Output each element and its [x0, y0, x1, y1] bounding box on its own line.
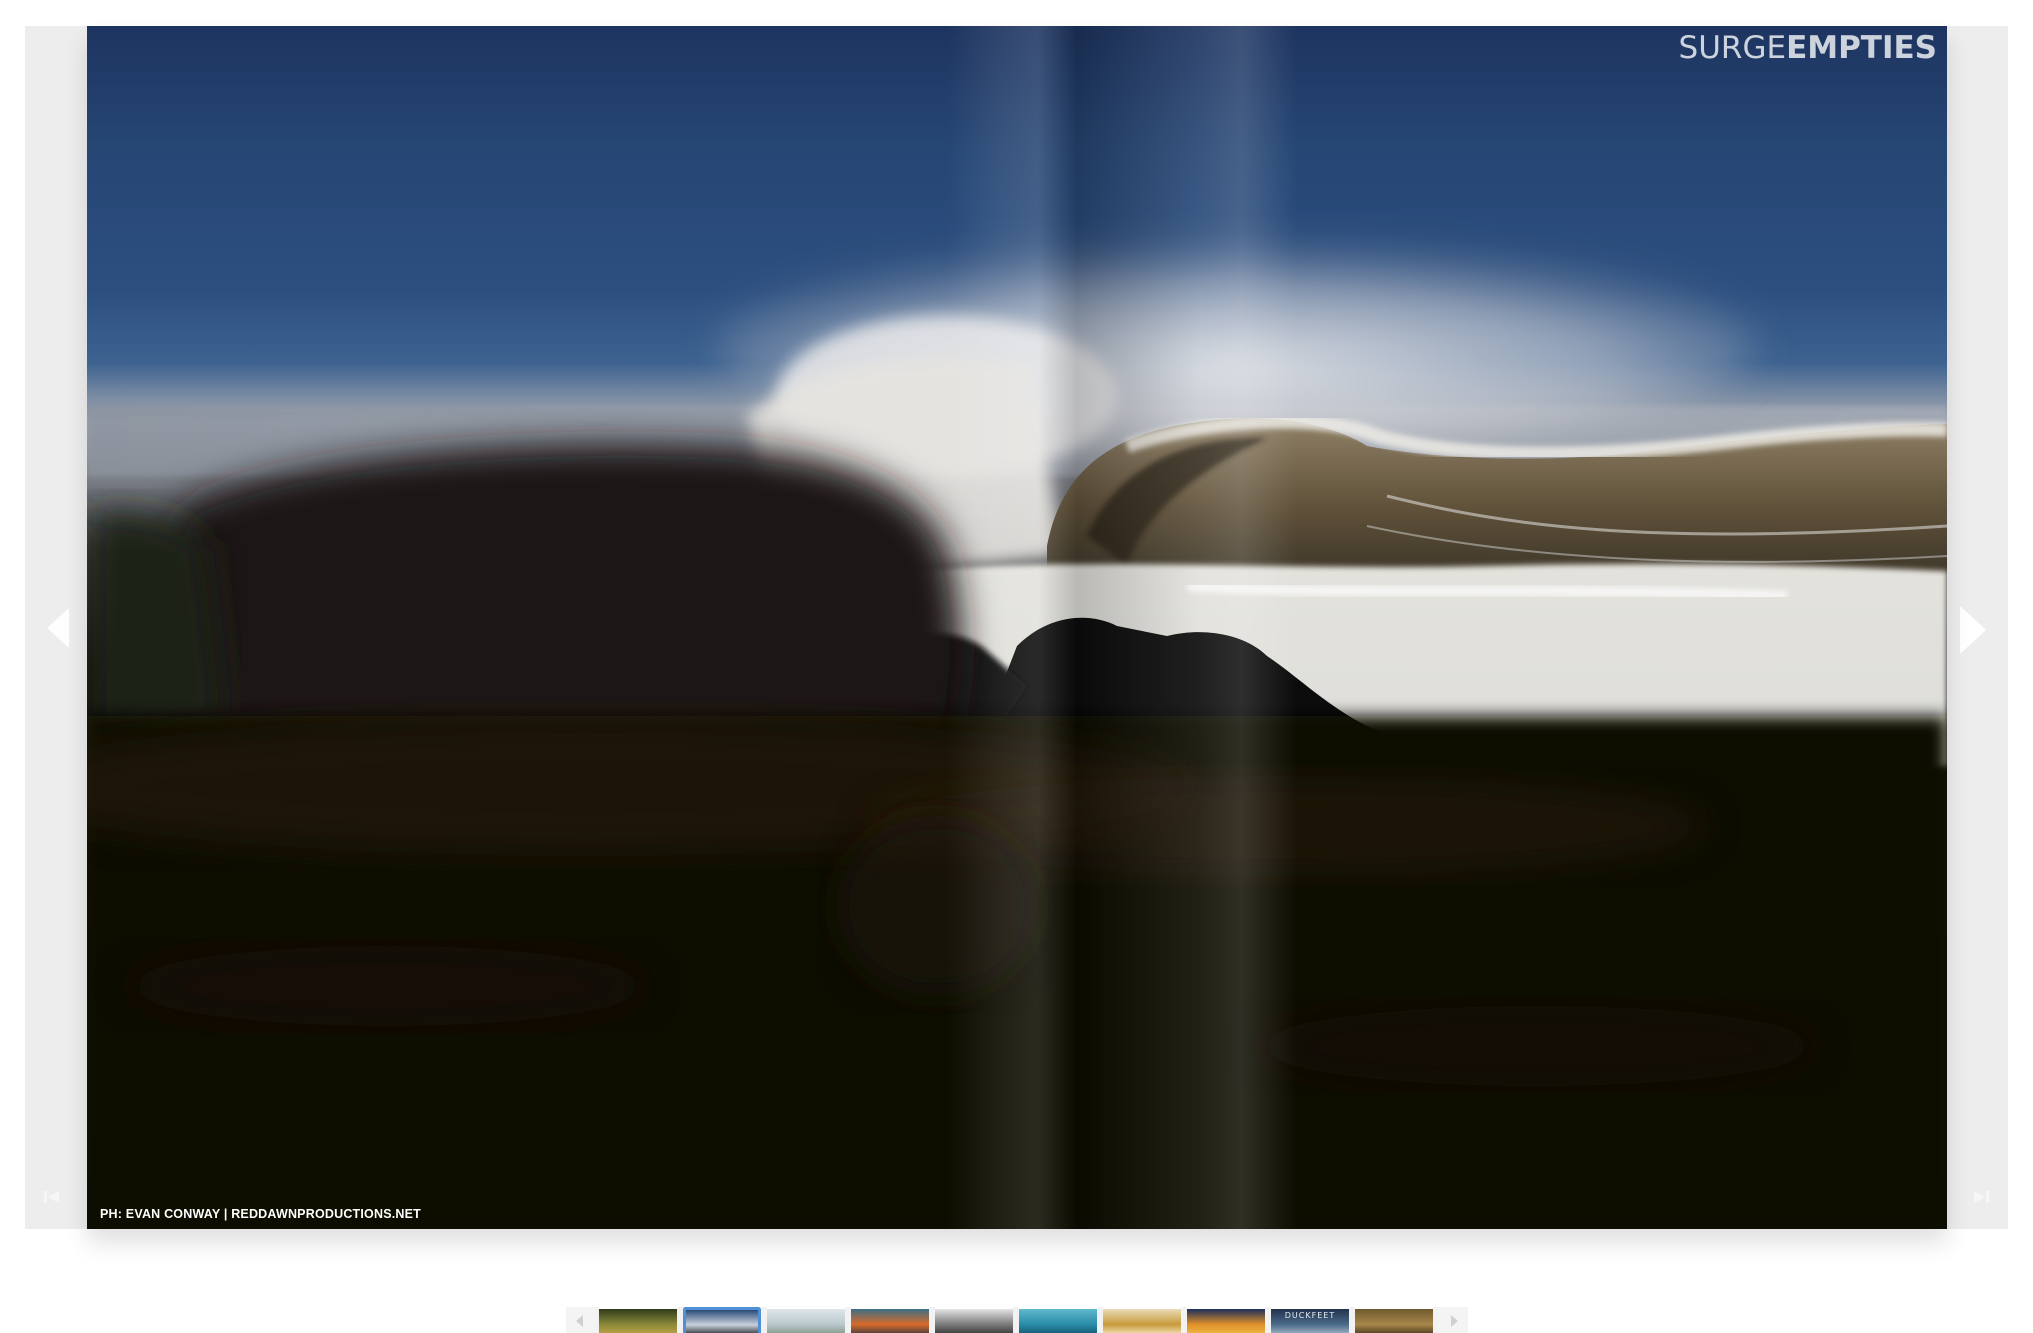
- first-page-icon[interactable]: [43, 1189, 61, 1205]
- photo-credit: PH: EVAN CONWAY | REDDAWNPRODUCTIONS.NET: [100, 1207, 422, 1221]
- page-thumbnail[interactable]: DUCKFEET: [1271, 1307, 1349, 1333]
- thumbnail-label: DUCKFEET: [1284, 1311, 1336, 1320]
- page-thumbnail[interactable]: [1019, 1307, 1097, 1333]
- wave-photo: [87, 236, 1947, 1229]
- chevron-right-icon: [1451, 1315, 1458, 1327]
- thumbnail-strip: DUCKFEET: [566, 1307, 1468, 1333]
- previous-page-arrow-icon[interactable]: [47, 608, 69, 648]
- page-thumbnail[interactable]: [1187, 1307, 1265, 1333]
- page-thumbnail[interactable]: [851, 1307, 929, 1333]
- brand-logo: SURGEEMPTIES: [1679, 30, 1937, 66]
- page-thumbnail[interactable]: [1355, 1307, 1433, 1333]
- page-thumbnail[interactable]: [1103, 1307, 1181, 1333]
- magazine-spread[interactable]: SURGEEMPTIES PH: EVAN CONWAY | REDDAWNPR…: [87, 26, 1947, 1229]
- thumbnail-scroll-left-button[interactable]: [566, 1307, 596, 1333]
- page-thumbnail[interactable]: [683, 1307, 761, 1333]
- chevron-left-icon: [576, 1315, 583, 1327]
- thumbnail-scroll-right-button[interactable]: [1438, 1307, 1468, 1333]
- thumbnail-list: DUCKFEET: [599, 1307, 1433, 1333]
- page-thumbnail[interactable]: [599, 1307, 677, 1333]
- brand-logo-light: SURGE: [1678, 30, 1787, 66]
- brand-logo-bold: EMPTIES: [1786, 30, 1937, 66]
- page-thumbnail[interactable]: [767, 1307, 845, 1333]
- last-page-icon[interactable]: [1972, 1189, 1990, 1205]
- next-page-arrow-icon[interactable]: [1960, 606, 1986, 654]
- page-thumbnail[interactable]: [935, 1307, 1013, 1333]
